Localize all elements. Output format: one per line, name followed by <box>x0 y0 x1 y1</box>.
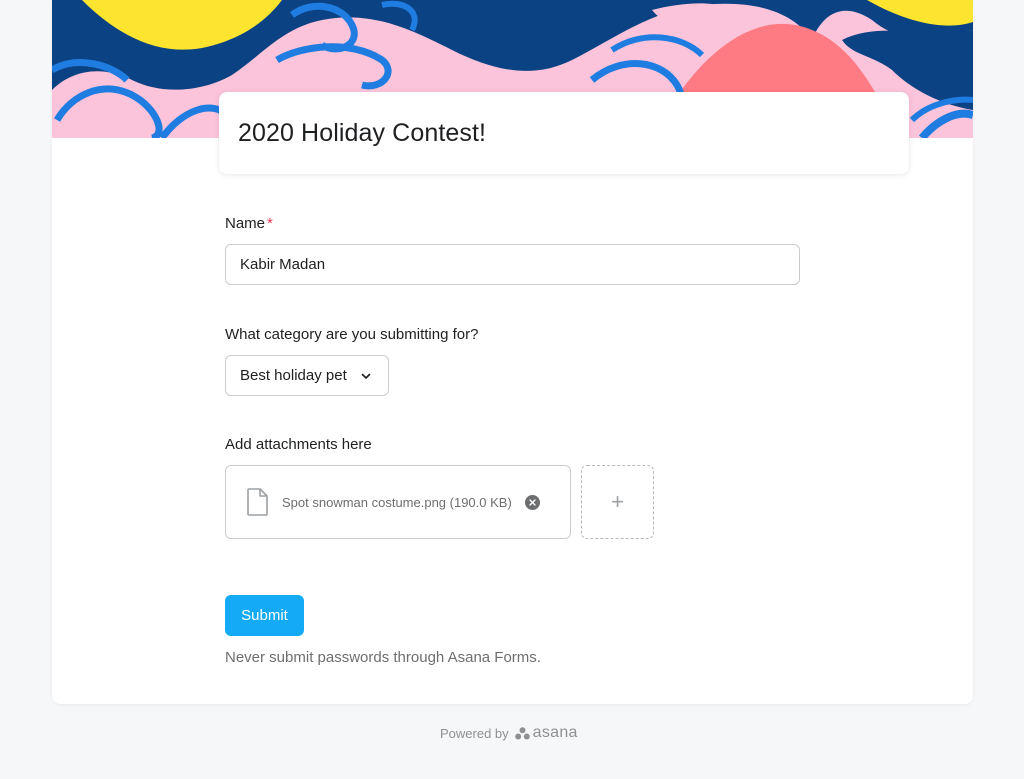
form-card: 2020 Holiday Contest! <box>52 0 973 704</box>
chevron-down-icon <box>360 370 372 382</box>
name-input[interactable] <box>225 244 800 285</box>
name-label-text: Name <box>225 215 266 232</box>
add-attachment-button[interactable]: + <box>581 465 654 539</box>
category-label: What category are you submitting for? <box>225 326 479 343</box>
close-circle-icon[interactable] <box>524 494 540 510</box>
name-label: Name * <box>225 215 273 232</box>
powered-by-footer[interactable]: Powered by asana <box>440 724 578 742</box>
asana-wordmark: asana <box>532 724 578 741</box>
powered-by-text: Powered by <box>440 725 509 741</box>
asana-logo-icon: asana <box>514 724 578 742</box>
attachments-label: Add attachments here <box>225 436 372 453</box>
plus-icon: + <box>611 489 624 514</box>
title-card: 2020 Holiday Contest! <box>219 92 909 174</box>
attachment-item[interactable]: Spot snowman costume.png (190.0 KB) <box>225 465 571 539</box>
required-marker: * <box>267 215 273 232</box>
form-title: 2020 Holiday Contest! <box>238 118 487 147</box>
submit-button[interactable]: Submit <box>225 595 304 636</box>
password-notice: Never submit passwords through Asana For… <box>225 649 541 666</box>
category-select[interactable]: Best holiday pet <box>225 355 389 396</box>
file-icon <box>246 487 270 517</box>
category-selected-value: Best holiday pet <box>240 367 347 384</box>
attachment-file-name: Spot snowman costume.png (190.0 KB) <box>282 494 512 510</box>
